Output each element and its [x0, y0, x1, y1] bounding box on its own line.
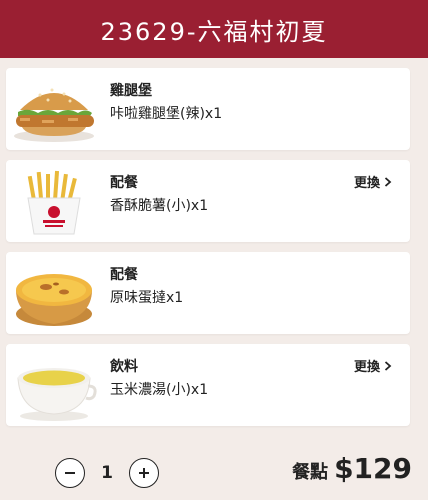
- chevron-right-icon: [384, 176, 392, 187]
- page-header: 23629-六福村初夏: [0, 0, 428, 58]
- corn-soup-image: [8, 346, 100, 424]
- increase-button[interactable]: [129, 458, 159, 488]
- item-category: 飲料: [110, 359, 138, 375]
- quantity-value: 1: [101, 463, 113, 483]
- chevron-right-icon: [384, 360, 392, 371]
- item-category: 配餐: [110, 267, 138, 283]
- decrease-button[interactable]: [55, 458, 85, 488]
- menu-item-card: 配餐 香酥脆薯(小)x1 更換: [6, 160, 410, 242]
- page-title: 23629-六福村初夏: [100, 17, 328, 46]
- total-label: 餐點: [292, 462, 329, 483]
- menu-item-card: 飲料 玉米濃湯(小)x1 更換: [6, 344, 410, 426]
- item-name: 咔啦雞腿堡(辣)x1: [110, 106, 223, 122]
- fries-image: [8, 162, 100, 240]
- order-total: 餐點 $129: [292, 452, 412, 485]
- swap-button[interactable]: 更換: [354, 356, 392, 375]
- menu-item-card: 雞腿堡 咔啦雞腿堡(辣)x1: [6, 68, 410, 150]
- burger-image: [8, 70, 100, 148]
- egg-tart-image: [8, 254, 100, 332]
- quantity-stepper: 1: [55, 458, 159, 488]
- item-name: 玉米濃湯(小)x1: [110, 382, 209, 398]
- item-name: 原味蛋撻x1: [110, 290, 184, 306]
- item-category: 配餐: [110, 175, 138, 191]
- swap-label: 更換: [353, 176, 380, 191]
- minus-icon: [65, 472, 75, 474]
- menu-item-card: 配餐 原味蛋撻x1: [6, 252, 410, 334]
- plus-icon: [139, 468, 149, 478]
- swap-label: 更換: [353, 360, 380, 375]
- swap-button[interactable]: 更換: [354, 172, 392, 191]
- total-price: $129: [334, 452, 412, 485]
- item-name: 香酥脆薯(小)x1: [110, 198, 209, 214]
- item-category: 雞腿堡: [110, 83, 152, 99]
